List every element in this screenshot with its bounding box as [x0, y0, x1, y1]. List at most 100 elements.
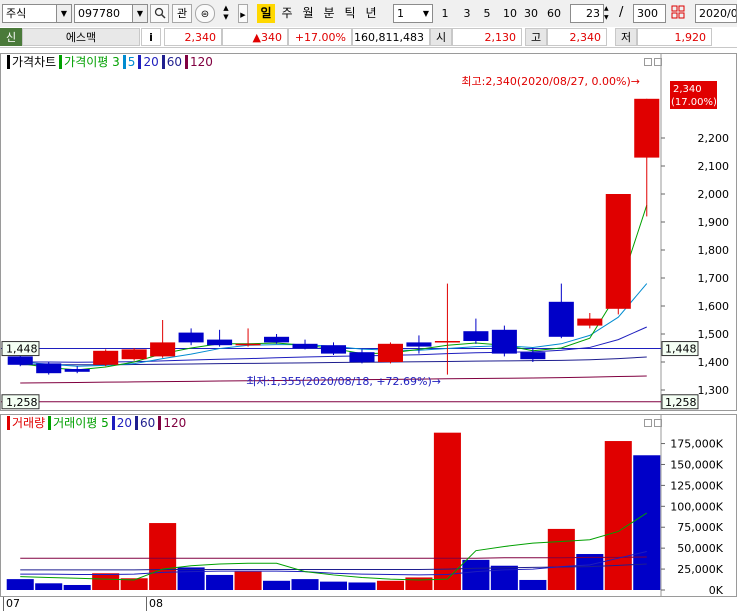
- y-tick-label: 125,000K: [670, 479, 723, 492]
- stock-code-input[interactable]: 097780 ▼: [74, 4, 148, 23]
- interval-button-3[interactable]: 3: [459, 4, 475, 23]
- volume-bar: [633, 455, 661, 590]
- high-label: 고: [525, 28, 547, 46]
- total-count-input[interactable]: 300: [633, 4, 666, 23]
- updown-spinner[interactable]: ▲ ▼: [217, 4, 235, 23]
- view-count-input[interactable]: 23: [570, 4, 604, 23]
- interval-button-10[interactable]: 10: [500, 4, 520, 23]
- x-tick-label: 08: [146, 597, 163, 611]
- high-price: 2,340: [547, 28, 607, 46]
- open-price: 2,130: [452, 28, 522, 46]
- zoom-button[interactable]: [670, 4, 692, 23]
- low-price: 1,920: [637, 28, 712, 46]
- arrow-down-icon: ▼: [604, 14, 609, 21]
- interval-button-1[interactable]: 1: [437, 4, 453, 23]
- volume-bar: [604, 441, 632, 590]
- price-chart-canvas: 1,300 1,400 1,500 1,600 1,700 1,800 1,900 2,000…: [1, 54, 730, 410]
- interest-button[interactable]: 관: [172, 4, 192, 23]
- interest-label: 관: [176, 7, 188, 20]
- volume-bar: [234, 571, 262, 590]
- total-count-value: 300: [637, 7, 658, 20]
- y-tick-label: 2,200: [698, 132, 730, 145]
- y-tick-label: 150,000K: [670, 458, 723, 471]
- period-tab-3[interactable]: 분: [320, 4, 338, 23]
- volume-bar: [263, 580, 291, 590]
- view-count-spinner[interactable]: ▲ ▼: [604, 4, 614, 23]
- y-tick-label: 100,000K: [670, 500, 723, 513]
- chevron-down-icon: ▼: [422, 9, 430, 18]
- arrow-up-icon: ▲: [223, 4, 229, 12]
- volume-bar: [206, 574, 234, 590]
- right-price-marker-label: 1,258: [665, 396, 697, 409]
- volume-bar: [576, 554, 604, 590]
- volume-bar: [6, 579, 34, 590]
- date-input[interactable]: 2020/0: [695, 4, 737, 23]
- volume-bar: [35, 583, 63, 590]
- candle-body: [634, 98, 660, 158]
- candle-body: [577, 318, 603, 326]
- volume-chart-canvas: 0K 25,000K 50,000K 75,000K 100,000K 125,000K 1…: [6, 415, 724, 596]
- candle-body: [64, 369, 90, 372]
- price-change: ▲340: [222, 28, 288, 46]
- candle-body: [235, 343, 261, 346]
- link-button[interactable]: ⊜: [195, 4, 215, 23]
- candle-body: [349, 352, 375, 362]
- quote-bar: 신 에스맥 i 2,340 ▲340 +17.00% 160,811,483 시…: [0, 27, 737, 48]
- info-button[interactable]: i: [141, 28, 161, 46]
- y-tick-label: 2,100: [698, 160, 730, 173]
- period-tab-0[interactable]: 일: [257, 4, 275, 23]
- y-tick-label: 1,900: [698, 216, 730, 229]
- candle-body: [548, 301, 574, 337]
- last-rate-label: (17.00%): [671, 97, 717, 108]
- volume-bar: [319, 581, 348, 590]
- period-tab-1[interactable]: 주: [278, 4, 296, 23]
- candle-body: [264, 336, 290, 343]
- candle-body: [491, 329, 517, 354]
- stock-code-value: 097780: [78, 7, 120, 20]
- volume-bar: [291, 579, 319, 590]
- candle-body: [520, 352, 546, 360]
- current-price: 2,340: [164, 28, 222, 46]
- candle-body: [207, 339, 233, 346]
- candle-body: [320, 345, 347, 354]
- y-tick-label: 0K: [709, 584, 724, 596]
- link-icon: ⊜: [200, 9, 210, 20]
- date-value: 2020/0: [699, 7, 737, 20]
- left-price-marker-label: 1,448: [6, 343, 38, 356]
- y-tick-label: 1,800: [698, 244, 730, 257]
- period-tab-5[interactable]: 년: [362, 4, 380, 23]
- volume-chart-panel[interactable]: 거래량 거래이평 5 20 60 120 0K 25,000K 50,000K 75,000K…: [0, 414, 737, 597]
- volume-bar: [547, 528, 575, 590]
- volume-bar: [462, 559, 490, 590]
- price-chart-panel[interactable]: 가격차트 가격이평 3 5 20 60 120 1,300 1,400 1,500 1,600 1…: [0, 53, 737, 411]
- volume-bar: [63, 584, 91, 590]
- change-rate: +17.00%: [288, 28, 352, 46]
- interval-select[interactable]: 1 ▼: [393, 4, 433, 23]
- volume-bar: [348, 582, 376, 590]
- more-button[interactable]: ▶: [238, 4, 248, 23]
- interval-button-30[interactable]: 30: [521, 4, 541, 23]
- low-annotation: 최저:1,355(2020/08/18, +72.69%)→: [246, 375, 441, 388]
- left-price-marker-label: 1,258: [6, 396, 38, 409]
- right-price-marker-label: 1,448: [665, 343, 697, 356]
- open-label: 시: [430, 28, 452, 46]
- candle-body: [150, 342, 176, 357]
- arrow-down-icon: ▼: [223, 13, 229, 21]
- view-count-value: 23: [586, 7, 600, 20]
- candle-body: [605, 194, 631, 309]
- interval-button-5[interactable]: 5: [479, 4, 495, 23]
- x-axis: 07 08: [0, 597, 737, 611]
- volume-bar: [519, 579, 547, 590]
- search-button[interactable]: [150, 4, 169, 23]
- period-tab-2[interactable]: 월: [299, 4, 317, 23]
- market-type-select[interactable]: 주식 ▼: [2, 4, 72, 23]
- candle-body: [93, 350, 119, 365]
- candle-body: [121, 349, 147, 360]
- interval-button-60[interactable]: 60: [544, 4, 564, 23]
- volume-bar: [433, 432, 461, 590]
- x-tick-label: 07: [3, 597, 20, 611]
- interval-value: 1: [397, 7, 404, 20]
- period-tab-4[interactable]: 틱: [341, 4, 359, 23]
- market-type-value: 주식: [6, 7, 27, 20]
- volume-bar: [149, 523, 177, 590]
